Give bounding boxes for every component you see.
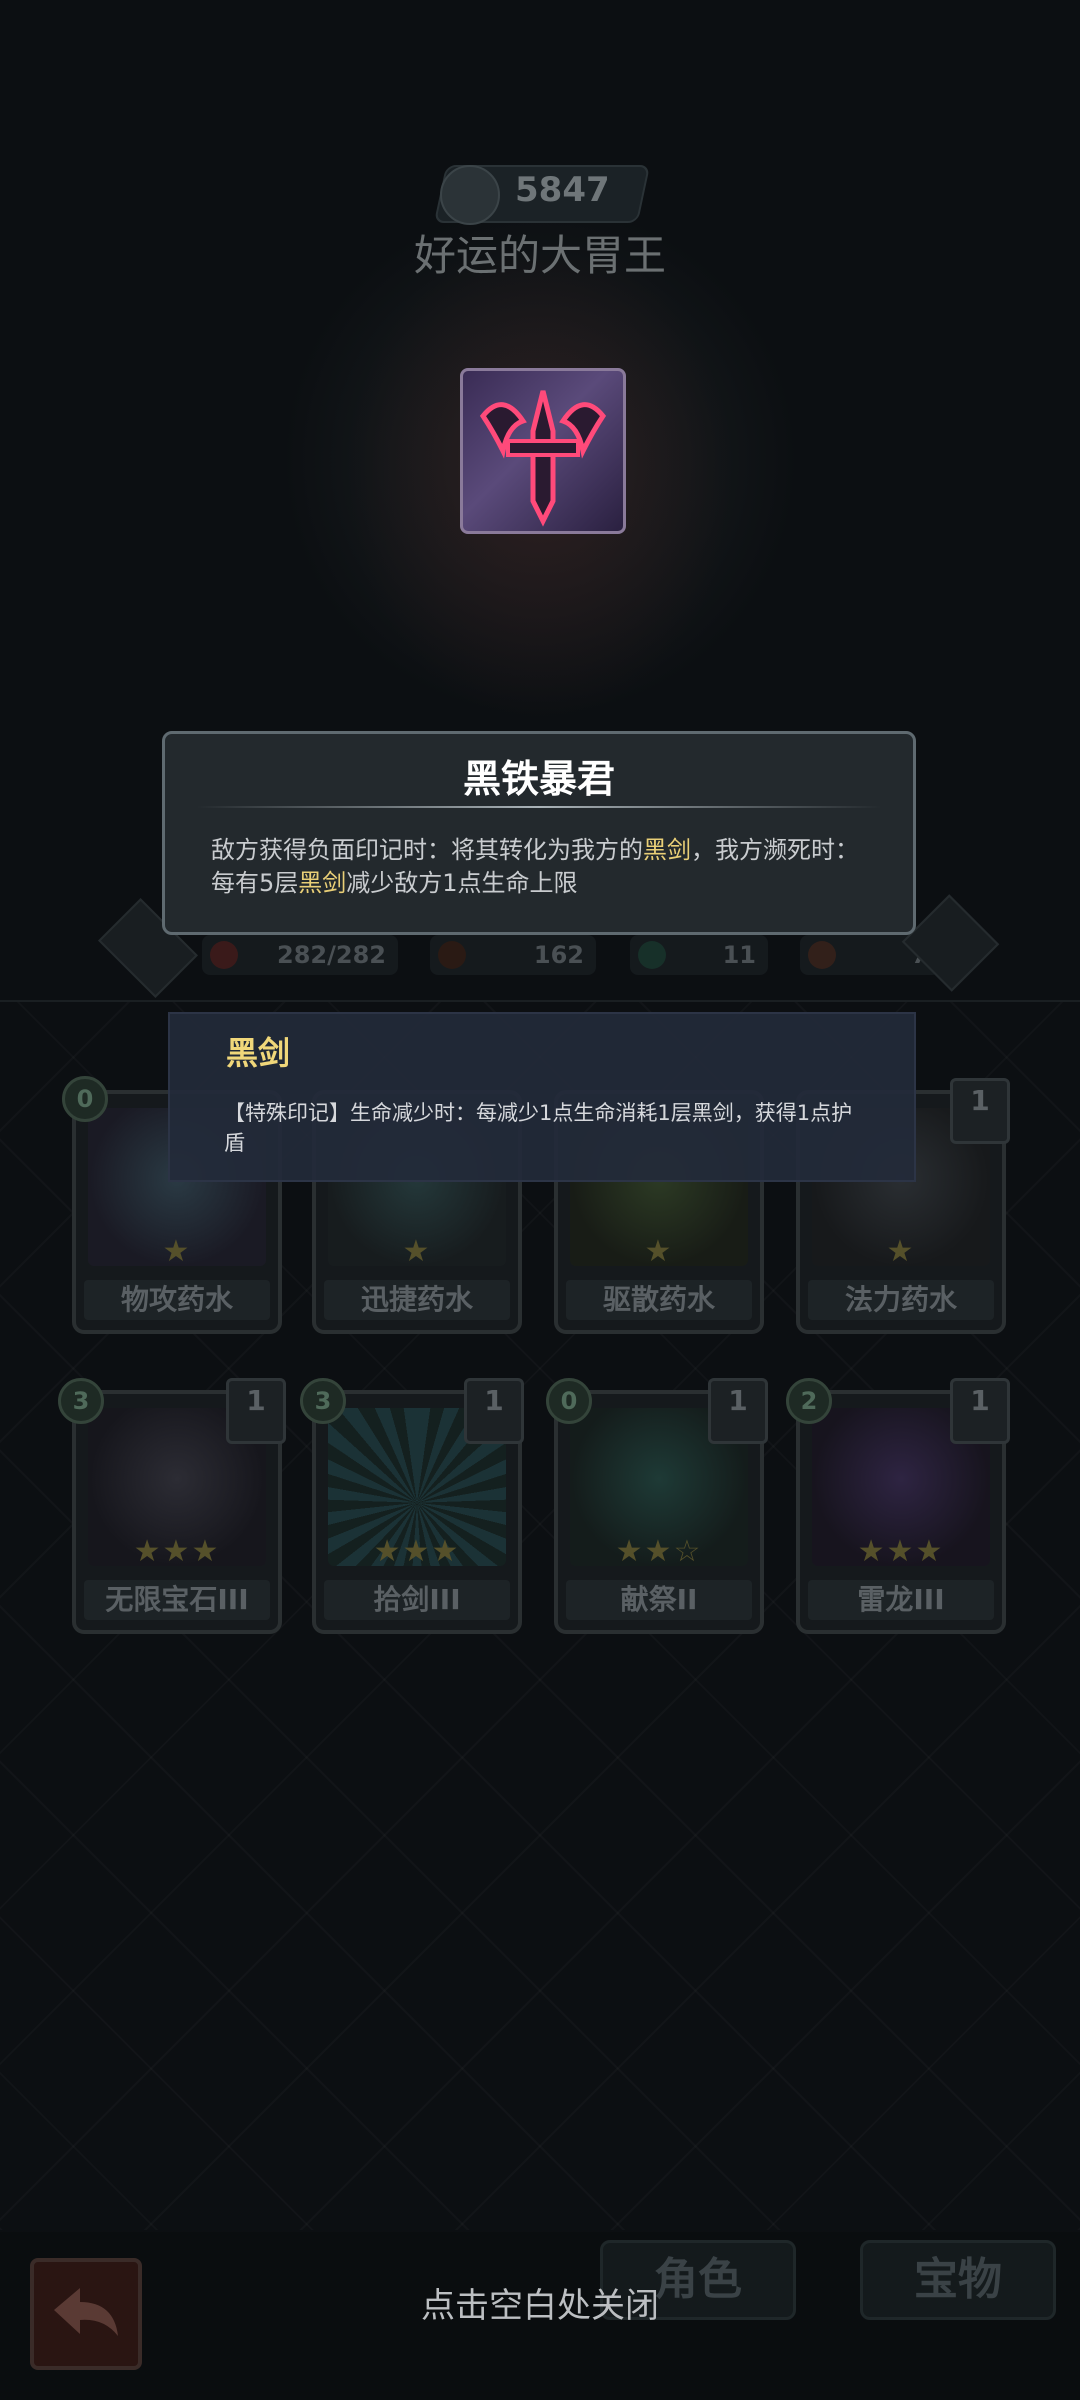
card-stars: ★★★	[857, 1534, 945, 1569]
card-stars: ★★☆	[615, 1534, 703, 1569]
card-stars: ★	[886, 1234, 916, 1269]
heart-icon	[210, 941, 238, 969]
keyword-black-sword: 黑剑	[298, 869, 347, 897]
card-name: 物攻药水	[84, 1280, 270, 1320]
shield-value: 11	[722, 941, 756, 969]
card-stars: ★	[162, 1234, 192, 1269]
card-name: 献祭II	[566, 1580, 752, 1620]
stat-hp: 282/282	[202, 935, 398, 975]
section-divider	[0, 1000, 1080, 1002]
keyword-black-sword: 黑剑	[643, 836, 691, 864]
card-count-badge: 1	[950, 1378, 1010, 1444]
relic-black-iron-tyrant-icon	[460, 368, 626, 534]
attack-value: 162	[533, 941, 584, 969]
card-stars: ★★★	[373, 1534, 461, 1569]
card-name: 拾剑III	[324, 1580, 510, 1620]
keyword-title: 黑剑	[226, 1034, 291, 1072]
keyword-tooltip: 黑剑 【特殊印记】生命减少时：每减少1点生命消耗1层黑剑，获得1点护盾	[168, 1012, 916, 1182]
card-name: 法力药水	[808, 1280, 994, 1320]
card-count-badge: 1	[950, 1078, 1010, 1144]
desc-text: 减少敌方1点生命上限	[346, 869, 578, 897]
stat-shield: 11	[630, 935, 768, 975]
energy-icon	[808, 941, 836, 969]
tooltip-description: 敌方获得负面印记时：将其转化为我方的黑剑，我方濒死时：每有5层黑剑减少敌方1点生…	[211, 834, 873, 900]
desc-text: 敌方获得负面印记时：将其转化为我方的	[211, 836, 643, 864]
card-count-badge: 1	[464, 1378, 524, 1444]
card-stars: ★	[644, 1234, 674, 1269]
gem-button[interactable]	[901, 894, 1000, 992]
card-cost-badge: 2	[786, 1378, 832, 1424]
card-cost-badge: 3	[300, 1378, 346, 1424]
card-cost-badge: 0	[546, 1378, 592, 1424]
card-stars: ★	[402, 1234, 432, 1269]
card-name: 无限宝石III	[84, 1580, 270, 1620]
card-cost-badge: 3	[58, 1378, 104, 1424]
trophy-icon	[440, 165, 500, 225]
sword-icon	[438, 941, 466, 969]
close-hint[interactable]: 点击空白处关闭	[0, 2278, 1080, 2327]
keyword-description: 【特殊印记】生命减少时：每减少1点生命消耗1层黑剑，获得1点护盾	[224, 1101, 853, 1155]
stat-attack: 162	[430, 935, 596, 975]
card-stars: ★★★	[133, 1534, 221, 1569]
card-name: 雷龙III	[808, 1580, 994, 1620]
shield-icon	[638, 941, 666, 969]
relic-tooltip: 黑铁暴君 敌方获得负面印记时：将其转化为我方的黑剑，我方濒死时：每有5层黑剑减少…	[162, 731, 916, 935]
card-name: 迅捷药水	[324, 1280, 510, 1320]
tooltip-title: 黑铁暴君	[462, 757, 615, 801]
score-value: 5847	[515, 170, 610, 210]
tooltip-divider	[197, 806, 881, 808]
card-cost-badge: 0	[62, 1076, 108, 1122]
hp-value: 282/282	[277, 941, 386, 969]
card-count-badge: 1	[708, 1378, 768, 1444]
card-name: 驱散药水	[566, 1280, 752, 1320]
hero-name: 好运的大胃王	[413, 231, 666, 280]
card-count-badge: 1	[226, 1378, 286, 1444]
